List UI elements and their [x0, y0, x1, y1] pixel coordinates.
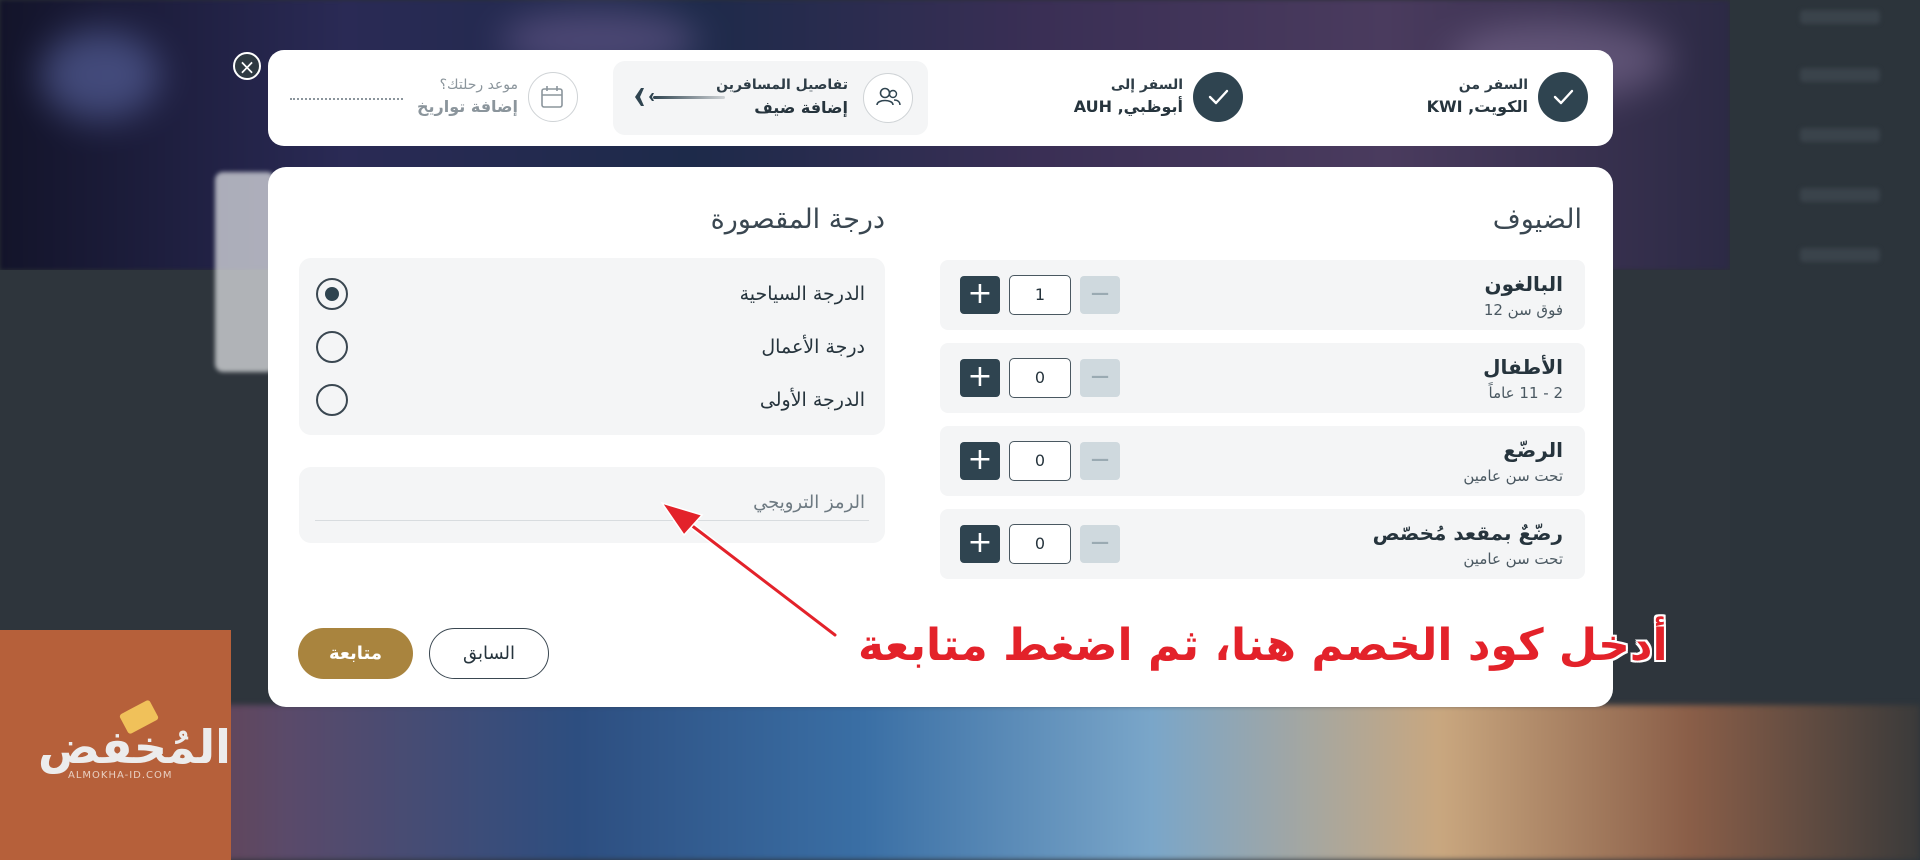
increase-infants-button[interactable]: +: [960, 442, 1000, 480]
cabin-option-label: الدرجة السياحية: [739, 283, 865, 305]
radio-unselected[interactable]: [316, 384, 348, 416]
cabin-option-first[interactable]: الدرجة الأولى: [299, 377, 885, 427]
step-value: أبوظبي, AUH: [1073, 97, 1183, 116]
guest-row-infants-seat: رضّعٌ بمقعد مُخصّص تحت سن عامين + 0 −: [940, 509, 1585, 579]
cabin-class-options: الدرجة السياحية درجة الأعمال الدرجة الأو…: [299, 258, 885, 435]
cabin-option-label: درجة الأعمال: [761, 336, 865, 358]
logo-domain: ALMOKHA-ID.COM: [68, 770, 173, 781]
backdrop-destinations-strip: [0, 705, 1920, 860]
guest-age-hint: 2 - 11 عاماً: [1488, 384, 1564, 402]
step-value: إضافة تواريخ: [417, 97, 518, 116]
close-button[interactable]: ×: [233, 52, 261, 80]
calendar-icon: [541, 86, 563, 108]
guest-label: رضّعٌ بمقعد مُخصّص: [1372, 521, 1563, 545]
back-button[interactable]: السابق: [429, 628, 549, 679]
step-circle: [863, 73, 913, 123]
booking-steps-bar: السفر من الكويت, KWI السفر إلى أبوظبي, A…: [268, 50, 1613, 146]
step-value: الكويت, KWI: [1426, 97, 1528, 116]
guest-age-hint: تحت سن عامين: [1463, 550, 1563, 568]
step-travel-from[interactable]: السفر من الكويت, KWI: [1427, 72, 1598, 132]
guest-age-hint: تحت سن عامين: [1463, 467, 1563, 485]
step-dates[interactable]: موعد رحلتك؟ إضافة تواريخ: [408, 72, 588, 132]
step-label: تفاصيل المسافرين: [716, 77, 848, 93]
guests-title: الضيوف: [1492, 204, 1582, 235]
logo: المُخفض: [38, 720, 231, 774]
check-icon: [1208, 89, 1229, 105]
decrease-infants-button[interactable]: −: [1080, 442, 1120, 480]
cabin-option-business[interactable]: درجة الأعمال: [299, 324, 885, 374]
guest-label: الرضّع: [1503, 438, 1563, 462]
radio-unselected[interactable]: [316, 331, 348, 363]
decrease-children-button[interactable]: −: [1080, 359, 1120, 397]
guest-row-infants: الرضّع تحت سن عامين + 0 −: [940, 426, 1585, 496]
adults-count-field[interactable]: 1: [1009, 275, 1071, 315]
step-value: إضافة ضيف: [754, 98, 848, 117]
step-label: السفر إلى: [1110, 77, 1183, 93]
cabin-title: درجة المقصورة: [710, 204, 885, 235]
step-label: السفر من: [1458, 77, 1528, 93]
children-count-field[interactable]: 0: [1009, 358, 1071, 398]
check-icon: [1553, 89, 1574, 105]
step-travel-to[interactable]: السفر إلى أبوظبي, AUH: [1074, 72, 1253, 132]
step-done-circle: [1538, 72, 1588, 122]
cabin-option-label: الدرجة الأولى: [759, 389, 865, 411]
plane-icon: [625, 88, 654, 106]
increase-children-button[interactable]: +: [960, 359, 1000, 397]
decrease-infants-seat-button[interactable]: −: [1080, 525, 1120, 563]
infants-count-field[interactable]: 0: [1009, 441, 1071, 481]
increase-infants-seat-button[interactable]: +: [960, 525, 1000, 563]
guest-row-adults: البالغون فوق سن 12 + 1 −: [940, 260, 1585, 330]
step-passengers[interactable]: تفاصيل المسافرين إضافة ضيف: [613, 61, 928, 135]
guest-row-children: الأطفال 2 - 11 عاماً + 0 −: [940, 343, 1585, 413]
continue-button[interactable]: متابعة: [298, 628, 413, 679]
step-label: موعد رحلتك؟: [439, 77, 518, 93]
guest-age-hint: فوق سن 12: [1483, 301, 1563, 319]
guest-label: الأطفال: [1483, 355, 1563, 379]
dates-dotted-line: [290, 98, 403, 100]
users-icon: [876, 87, 901, 106]
decrease-adults-button[interactable]: −: [1080, 276, 1120, 314]
infants-seat-count-field[interactable]: 0: [1009, 524, 1071, 564]
backdrop-card: [215, 172, 275, 372]
cabin-option-economy[interactable]: الدرجة السياحية: [299, 271, 885, 321]
increase-adults-button[interactable]: +: [960, 276, 1000, 314]
annotation-arrow-icon: [660, 501, 838, 638]
radio-selected[interactable]: [316, 278, 348, 310]
step-circle: [528, 72, 578, 122]
guest-label: البالغون: [1484, 272, 1563, 296]
annotation-instruction: أدخل كود الخصم هنا، ثم اضغط متابعة: [858, 620, 1668, 671]
step-passengers-content: تفاصيل المسافرين إضافة ضيف: [713, 61, 928, 135]
step-done-circle: [1193, 72, 1243, 122]
